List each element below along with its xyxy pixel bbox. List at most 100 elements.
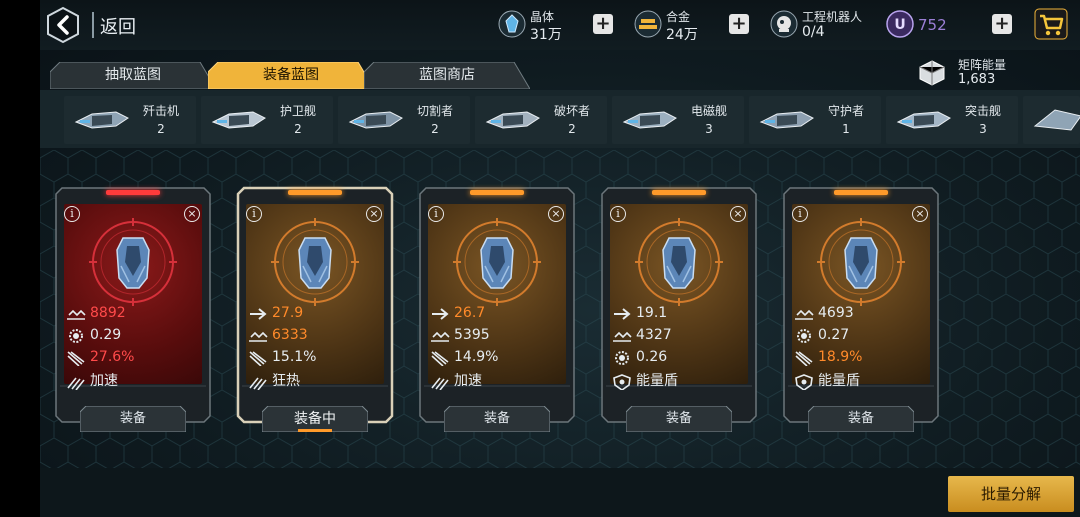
equip-button[interactable]: 装备 <box>86 408 180 430</box>
close-icon[interactable]: × <box>548 206 564 222</box>
ship-count: 1 <box>842 122 850 136</box>
ship-filter-item[interactable]: 歼击机 2 <box>64 96 196 144</box>
equip-button[interactable]: 装备 <box>814 408 908 430</box>
card-rarity-glow <box>288 190 342 195</box>
back-divider <box>92 12 94 38</box>
card-stat: 14.9% <box>430 348 560 368</box>
bottom-bar <box>40 468 1080 517</box>
tab-equip-blueprint[interactable]: 装备蓝图 <box>208 62 374 89</box>
ship-filter-item[interactable]: 守护者 1 <box>749 96 881 144</box>
card-stat: 4327 <box>612 326 742 346</box>
ship-count: 3 <box>979 122 987 136</box>
equip-button[interactable]: 装备 <box>450 408 544 430</box>
equipped-button[interactable]: 装备中 <box>268 408 362 430</box>
card-stat: 0.29 <box>66 326 196 346</box>
boost-icon <box>431 377 449 390</box>
card-stat: 15.1% <box>248 348 378 368</box>
matrix-cube-icon <box>919 60 945 86</box>
ship-count: 3 <box>705 122 713 136</box>
ship-filter-item[interactable]: 破坏者 2 <box>475 96 607 144</box>
boost-icon <box>67 377 85 390</box>
card-stat: 加速 <box>66 372 196 392</box>
gear-icon <box>615 351 629 365</box>
info-icon[interactable]: i <box>610 206 626 222</box>
arrow-icon <box>614 308 631 320</box>
ship-count: 2 <box>294 122 302 136</box>
ship-thumbnail-icon <box>759 111 814 129</box>
blueprint-emblem-icon <box>271 218 359 306</box>
close-icon[interactable]: × <box>184 206 200 222</box>
gear-icon <box>797 329 811 343</box>
card-stat: 0.27 <box>794 326 924 346</box>
tab-blueprint-shop[interactable]: 蓝图商店 <box>364 62 530 89</box>
top-bar: 返回 晶体 31万 + 合金 24万 + 工程机器人 0/4 U 752 + <box>40 0 1080 50</box>
card-stat-value: 27.6% <box>90 349 135 365</box>
info-icon[interactable]: i <box>64 206 80 222</box>
info-icon[interactable]: i <box>428 206 444 222</box>
ship-filter-item-partial[interactable] <box>1023 96 1080 144</box>
premium-resource: U 752 <box>886 6 986 46</box>
add-premium-button[interactable]: + <box>992 14 1012 34</box>
card-stat: 27.6% <box>66 348 196 368</box>
ship-name: 破坏者 <box>553 104 590 118</box>
add-alloy-button[interactable]: + <box>729 14 749 34</box>
left-black-strip <box>0 0 40 517</box>
card-stat-value: 15.1% <box>272 349 317 365</box>
robot-value: 0/4 <box>802 24 825 40</box>
blueprint-card[interactable]: i × 8892 0.29 27.6% 加速 装备 <box>54 186 212 432</box>
alloy-value: 24万 <box>666 27 698 43</box>
arrow-icon <box>432 308 449 320</box>
info-icon[interactable]: i <box>246 206 262 222</box>
robot-name: 工程机器人 <box>802 10 863 24</box>
card-stat: 能量盾 <box>794 372 924 392</box>
ship-thumbnail-icon <box>211 111 266 129</box>
card-stat: 19.1 <box>612 304 742 324</box>
card-stat-value: 5395 <box>454 327 490 343</box>
tab-draw-blueprint[interactable]: 抽取蓝图 <box>50 62 216 89</box>
blueprint-emblem-icon <box>453 218 541 306</box>
ship-filter-item[interactable]: 切割者 2 <box>338 96 470 144</box>
blueprint-card[interactable]: i × 4693 0.27 18.9% 能量盾 装备 <box>782 186 940 432</box>
card-stat-value: 18.9% <box>818 349 863 365</box>
card-stat-value: 14.9% <box>454 349 499 365</box>
blueprint-card[interactable]: i × 26.7 5395 14.9% 加速 装备 <box>418 186 576 432</box>
blueprint-card[interactable]: i × 27.9 6333 15.1% 狂热 装备中 <box>236 186 394 432</box>
ship-thumbnail-icon <box>896 111 951 129</box>
ship-filter-item[interactable]: 突击舰 3 <box>886 96 1018 144</box>
matrix-energy-value: 1,683 <box>958 72 996 87</box>
blueprint-emblem-icon <box>817 218 905 306</box>
equip-button[interactable]: 装备 <box>632 408 726 430</box>
gear-icon <box>69 329 83 343</box>
blueprint-emblem-icon <box>635 218 723 306</box>
ship-thumbnail-icon <box>485 111 540 129</box>
card-stat-value: 加速 <box>454 373 482 389</box>
shopping-cart-icon[interactable] <box>1034 8 1068 40</box>
ship-filter-item[interactable]: 电磁舰 3 <box>612 96 744 144</box>
batch-decompose-button[interactable]: 批量分解 <box>948 476 1074 512</box>
card-stat-value: 4693 <box>818 305 854 321</box>
card-stat: 18.9% <box>794 348 924 368</box>
crystal-resource: 晶体 31万 <box>498 6 608 46</box>
close-icon[interactable]: × <box>366 206 382 222</box>
missile-icon <box>67 351 85 366</box>
add-crystal-button[interactable]: + <box>593 14 613 34</box>
blueprint-card[interactable]: i × 19.1 4327 0.26 能量盾 装备 <box>600 186 758 432</box>
info-icon[interactable]: i <box>792 206 808 222</box>
close-icon[interactable]: × <box>912 206 928 222</box>
card-stat-value: 0.27 <box>818 327 850 343</box>
shield-icon <box>613 374 631 390</box>
alloy-resource: 合金 24万 <box>634 6 744 46</box>
armor-icon <box>613 331 632 342</box>
tab-label: 蓝图商店 <box>419 67 475 83</box>
back-label[interactable]: 返回 <box>100 13 136 39</box>
card-stat-value: 加速 <box>90 373 118 389</box>
card-stat: 6333 <box>248 326 378 346</box>
close-icon[interactable]: × <box>730 206 746 222</box>
card-stat: 27.9 <box>248 304 378 324</box>
back-arrow-icon[interactable] <box>46 6 80 44</box>
ship-filter-item[interactable]: 护卫舰 2 <box>201 96 333 144</box>
missile-icon <box>431 351 449 366</box>
ship-count: 2 <box>431 122 439 136</box>
armor-icon <box>795 309 814 320</box>
card-stat-value: 6333 <box>272 327 308 343</box>
